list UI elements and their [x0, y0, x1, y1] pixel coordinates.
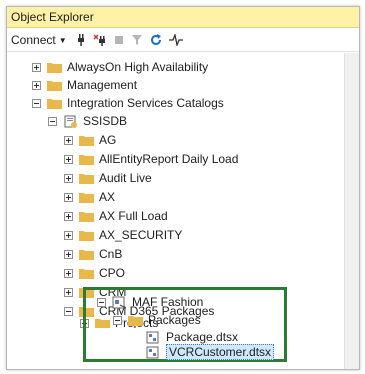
- collapse-icon[interactable]: [113, 315, 122, 325]
- expand-icon[interactable]: [64, 287, 73, 297]
- tree-node[interactable]: AX: [64, 188, 115, 206]
- folder-icon: [79, 173, 94, 184]
- connect-plug-icon[interactable]: [75, 32, 87, 48]
- expand-icon[interactable]: [64, 154, 73, 164]
- folder-icon: [79, 249, 94, 260]
- expand-icon[interactable]: [64, 211, 73, 221]
- tree-node[interactable]: AlwaysOn High Availability: [32, 58, 208, 76]
- disconnect-icon[interactable]: [93, 32, 107, 48]
- folder-icon: [79, 230, 94, 241]
- expand-icon[interactable]: [64, 268, 73, 278]
- folder-icon: [128, 315, 143, 326]
- tree-node[interactable]: VCRCustomer.dtsx: [146, 343, 275, 361]
- connect-label: Connect: [11, 33, 56, 47]
- expand-icon[interactable]: [64, 173, 73, 183]
- activity-monitor-icon[interactable]: [169, 32, 183, 48]
- tree-node-label: SSISDB: [83, 114, 128, 128]
- collapse-icon[interactable]: [97, 297, 106, 307]
- package-icon: [146, 331, 159, 343]
- collapse-icon[interactable]: [48, 116, 57, 126]
- stop-icon[interactable]: [113, 32, 125, 48]
- tree-node[interactable]: AX_SECURITY: [64, 226, 182, 244]
- tree-node-label: AlwaysOn High Availability: [67, 60, 209, 74]
- folder-icon: [79, 154, 94, 165]
- tree-node[interactable]: Audit Live: [64, 169, 152, 187]
- tree-node-label: AX Full Load: [99, 209, 168, 223]
- connect-button[interactable]: Connect ▼: [11, 32, 67, 48]
- refresh-icon[interactable]: [149, 32, 163, 48]
- folder-icon: [47, 62, 62, 73]
- tree-node[interactable]: Packages: [113, 311, 201, 329]
- tree-node-label: Package.dtsx: [166, 330, 239, 344]
- tree-node-label: Packages: [148, 313, 201, 327]
- tree-node-label: Integration Services Catalogs: [67, 96, 224, 110]
- folder-icon: [79, 268, 94, 279]
- chevron-down-icon[interactable]: ▼: [59, 36, 67, 45]
- tree-node-label: AX_SECURITY: [99, 228, 183, 242]
- tree-node-label: AG: [99, 133, 117, 147]
- tree-node[interactable]: Integration Services Catalogs: [32, 94, 224, 112]
- folder-icon: [79, 192, 94, 203]
- tree-node-label: CnB: [99, 247, 123, 261]
- tree-node[interactable]: MAF Fashion: [97, 293, 203, 311]
- folder-icon: [79, 135, 94, 146]
- expand-icon[interactable]: [32, 62, 41, 72]
- folder-icon: [79, 211, 94, 222]
- expand-icon[interactable]: [64, 192, 73, 202]
- tree-node-label-selected: VCRCustomer.dtsx: [166, 344, 275, 360]
- folder-icon: [47, 98, 62, 109]
- project-icon: [112, 296, 127, 308]
- collapse-icon[interactable]: [64, 306, 73, 316]
- expand-icon[interactable]: [64, 230, 73, 240]
- title-bar: Object Explorer: [7, 7, 359, 28]
- tree-node-label: CPO: [99, 266, 126, 280]
- tree-node[interactable]: AX Full Load: [64, 207, 168, 225]
- expand-icon[interactable]: [64, 135, 73, 145]
- collapse-icon[interactable]: [32, 98, 41, 108]
- expand-icon[interactable]: [64, 249, 73, 259]
- tree-node[interactable]: CPO: [64, 264, 125, 282]
- package-icon: [146, 346, 159, 358]
- toolbar: Connect ▼: [7, 29, 359, 52]
- tree-node-label: Audit Live: [99, 171, 152, 185]
- tree-node-label: MAF Fashion: [132, 295, 204, 309]
- tree-node[interactable]: Management: [32, 76, 137, 94]
- tree-node[interactable]: AG: [64, 131, 116, 149]
- tree-node-label: AllEntityReport Daily Load: [99, 152, 239, 166]
- window-title: Object Explorer: [11, 10, 94, 24]
- tree-node[interactable]: SSISDB: [48, 112, 127, 130]
- tree-node-label: Management: [67, 78, 138, 92]
- tree-node[interactable]: AllEntityReport Daily Load: [64, 150, 238, 168]
- tree-node[interactable]: CnB: [64, 245, 122, 263]
- filter-icon[interactable]: [131, 32, 143, 48]
- vertical-scrollbar[interactable]: [344, 53, 359, 369]
- tree-node-label: AX: [99, 190, 116, 204]
- folder-icon: [47, 80, 62, 91]
- expand-icon[interactable]: [32, 80, 41, 90]
- catalog-icon: [64, 115, 77, 128]
